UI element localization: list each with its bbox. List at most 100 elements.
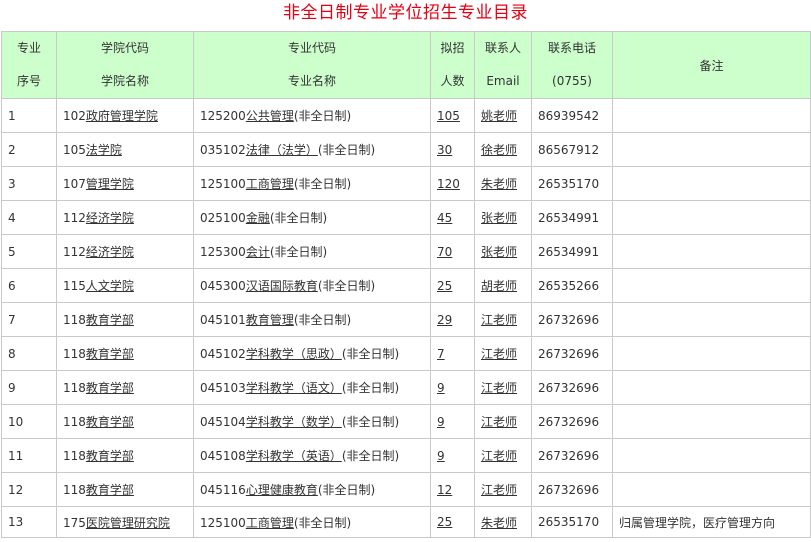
- major-link[interactable]: 学科教学（数学）: [246, 415, 342, 429]
- phone-cell: 26732696: [531, 404, 613, 439]
- school-cell: 105法学院: [56, 132, 194, 167]
- quota-link[interactable]: 9: [437, 381, 445, 395]
- quota-link[interactable]: 45: [437, 211, 452, 225]
- quota-cell: 9: [430, 438, 475, 473]
- contact-link[interactable]: 江老师: [481, 483, 517, 497]
- school-link[interactable]: 教育学部: [86, 313, 134, 327]
- major-link[interactable]: 汉语国际教育: [246, 279, 318, 293]
- quota-cell: 25: [430, 268, 475, 303]
- school-link[interactable]: 管理学院: [86, 177, 134, 191]
- row-seq: 3: [8, 176, 16, 191]
- contact-link[interactable]: 江老师: [481, 415, 517, 429]
- school-link[interactable]: 经济学院: [86, 245, 134, 259]
- study-mode: (非全日制): [293, 313, 352, 327]
- major-cell: 045300汉语国际教育(非全日制): [193, 268, 431, 303]
- major-link[interactable]: 学科教学（思政）: [246, 347, 342, 361]
- phone-cell: 26534991: [531, 200, 613, 235]
- contact-link[interactable]: 江老师: [481, 449, 517, 463]
- school-link[interactable]: 人文学院: [86, 279, 134, 293]
- school-link[interactable]: 教育学部: [86, 381, 134, 395]
- quota-link[interactable]: 25: [437, 515, 452, 529]
- quota-link[interactable]: 7: [437, 347, 445, 361]
- notes-cell: [612, 132, 811, 167]
- row-seq: 13: [8, 515, 24, 529]
- study-mode: (非全日制): [341, 381, 400, 395]
- school-link[interactable]: 教育学部: [86, 483, 134, 497]
- contact-link[interactable]: 江老师: [481, 347, 517, 361]
- header-notes: 备注: [612, 31, 811, 99]
- quota-cell: 45: [430, 200, 475, 235]
- major-link[interactable]: 工商管理: [246, 516, 294, 530]
- major-code: 125300: [200, 245, 246, 259]
- quota-link[interactable]: 25: [437, 279, 452, 293]
- phone-number: 26535170: [538, 176, 600, 191]
- table-row: 2 105法学院 035102法律（法学）(非全日制) 30 徐老师 86567912: [1, 132, 811, 167]
- quota-link[interactable]: 120: [437, 177, 460, 191]
- major-link[interactable]: 金融: [246, 211, 270, 225]
- school-code: 112: [63, 211, 86, 225]
- school-link[interactable]: 法学院: [86, 143, 122, 157]
- major-code: 025100: [200, 211, 246, 225]
- contact-link[interactable]: 朱老师: [481, 177, 517, 191]
- major-code: 045102: [200, 347, 246, 361]
- quota-cell: 7: [430, 336, 475, 371]
- major-link[interactable]: 公共管理: [246, 109, 294, 123]
- school-code: 118: [63, 381, 86, 395]
- major-link[interactable]: 工商管理: [246, 177, 294, 191]
- contact-link[interactable]: 朱老师: [481, 516, 517, 530]
- school-cell: 118教育学部: [56, 336, 194, 371]
- contact-link[interactable]: 江老师: [481, 381, 517, 395]
- major-link[interactable]: 教育管理: [246, 313, 294, 327]
- table-row: 9 118教育学部 045103学科教学（语文）(非全日制) 9 江老师 26732696: [1, 370, 811, 405]
- quota-link[interactable]: 30: [437, 143, 452, 157]
- phone-cell: 26732696: [531, 336, 613, 371]
- contact-link[interactable]: 江老师: [481, 313, 517, 327]
- phone-cell: 26535170: [531, 506, 613, 538]
- quota-link[interactable]: 9: [437, 449, 445, 463]
- table-header-row: 专业 序号 学院代码 学院名称 专业代码 专业名称 拟招 人数 联系人 Emai…: [1, 31, 811, 99]
- row-seq: 4: [8, 210, 16, 225]
- school-code: 118: [63, 347, 86, 361]
- quota-link[interactable]: 9: [437, 415, 445, 429]
- seq-cell: 9: [1, 370, 57, 405]
- school-link[interactable]: 医院管理研究院: [86, 516, 170, 530]
- major-link[interactable]: 学科教学（语文）: [246, 381, 342, 395]
- phone-number: 26534991: [538, 210, 600, 225]
- seq-cell: 4: [1, 200, 57, 235]
- school-link[interactable]: 教育学部: [86, 449, 134, 463]
- major-link[interactable]: 会计: [246, 245, 270, 259]
- contact-link[interactable]: 胡老师: [481, 279, 517, 293]
- contact-link[interactable]: 姚老师: [481, 109, 517, 123]
- major-link[interactable]: 法律（法学）: [246, 143, 318, 157]
- school-link[interactable]: 教育学部: [86, 415, 134, 429]
- phone-number: 26535266: [538, 278, 600, 293]
- major-link[interactable]: 学科教学（英语）: [246, 449, 342, 463]
- program-catalog-table: 专业 序号 学院代码 学院名称 专业代码 专业名称 拟招 人数 联系人 Emai…: [1, 31, 811, 538]
- phone-cell: 26732696: [531, 370, 613, 405]
- phone-number: 26732696: [538, 482, 600, 497]
- study-mode: (非全日制): [341, 415, 400, 429]
- contact-link[interactable]: 徐老师: [481, 143, 517, 157]
- major-code: 045103: [200, 381, 246, 395]
- school-link[interactable]: 教育学部: [86, 347, 134, 361]
- notes-cell: [612, 472, 811, 507]
- quota-link[interactable]: 29: [437, 313, 452, 327]
- quota-cell: 12: [430, 472, 475, 507]
- row-seq: 7: [8, 312, 16, 327]
- contact-link[interactable]: 张老师: [481, 245, 517, 259]
- seq-cell: 11: [1, 438, 57, 473]
- quota-link[interactable]: 12: [437, 483, 452, 497]
- table-row: 10 118教育学部 045104学科教学（数学）(非全日制) 9 江老师 2673269…: [1, 404, 811, 439]
- major-cell: 045104学科教学（数学）(非全日制): [193, 404, 431, 439]
- major-link[interactable]: 心理健康教育: [246, 483, 318, 497]
- contact-link[interactable]: 张老师: [481, 211, 517, 225]
- quota-link[interactable]: 70: [437, 245, 452, 259]
- table-row: 6 115人文学院 045300汉语国际教育(非全日制) 25 胡老师 26535266: [1, 268, 811, 303]
- school-link[interactable]: 经济学院: [86, 211, 134, 225]
- contact-cell: 江老师: [474, 336, 532, 371]
- school-code: 107: [63, 177, 86, 191]
- quota-link[interactable]: 105: [437, 109, 460, 123]
- contact-cell: 江老师: [474, 302, 532, 337]
- notes-cell: [612, 404, 811, 439]
- school-link[interactable]: 政府管理学院: [86, 109, 158, 123]
